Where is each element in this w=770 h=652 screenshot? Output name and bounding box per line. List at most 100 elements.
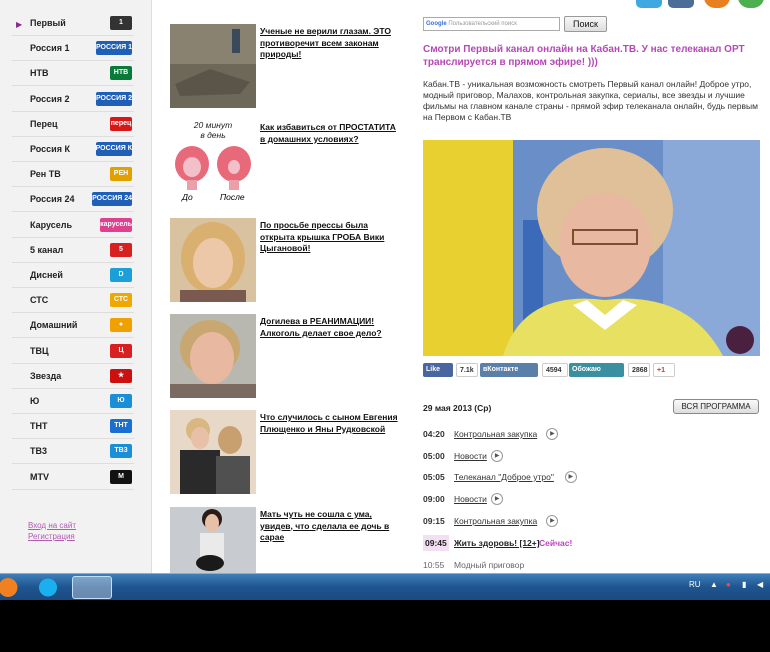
channel-item[interactable]: Перец перец (12, 112, 134, 137)
schedule-item[interactable]: 10:55 Модный приговор (423, 557, 760, 573)
channel-item[interactable]: Домашний ● (12, 313, 134, 339)
channel-logo-icon: D (110, 268, 132, 282)
schedule-item[interactable]: 09:15 Контрольная закупка ▶ (423, 513, 760, 529)
news-title[interactable]: По просьбе прессы была открыта крышка ГР… (260, 220, 400, 255)
channel-item[interactable]: 5 канал 5 (12, 238, 134, 263)
channel-item[interactable]: Россия 24 РОССИЯ 24 (12, 187, 134, 213)
channel-item[interactable]: MTV M (12, 465, 134, 490)
search-button[interactable]: Поиск (564, 16, 607, 32)
channel-name[interactable]: НТВ (30, 68, 49, 78)
news-thumbnail[interactable] (170, 410, 256, 494)
channel-name[interactable]: Россия 2 (30, 94, 69, 104)
page-description: Кабан.ТВ - уникальная возможность смотре… (423, 79, 758, 122)
channel-item[interactable]: НТВ НТВ (12, 61, 134, 87)
play-icon[interactable]: ▶ (564, 471, 577, 483)
channel-name[interactable]: Россия К (30, 144, 70, 154)
news-title[interactable]: Что случилось с сыном Евгения Плющенко и… (260, 412, 400, 435)
channel-name[interactable]: Карусель (30, 220, 72, 230)
schedule-title[interactable]: Новости (454, 448, 487, 464)
channel-name[interactable]: Домашний (30, 320, 77, 330)
register-link[interactable]: Регистрация (28, 531, 76, 542)
news-title[interactable]: Мать чуть не сошла с ума, увидев, что сд… (260, 509, 400, 544)
channel-logo-icon: РОССИЯ К (95, 142, 132, 156)
firefox-icon[interactable] (704, 0, 730, 8)
schedule-item[interactable]: 05:05 Телеканал "Доброе утро" ▶ (423, 469, 760, 485)
channel-item[interactable]: ЮЮ (12, 389, 134, 414)
login-link[interactable]: Вход на сайт (28, 520, 76, 531)
channel-item[interactable]: Звезда ★ (12, 364, 134, 389)
channel-name[interactable]: ТВ3 (30, 446, 47, 456)
firefox-taskbar-icon[interactable] (0, 576, 28, 599)
news-thumbnail[interactable] (170, 314, 256, 398)
channel-item[interactable]: Россия К РОССИЯ К (12, 137, 134, 162)
news-thumbnail[interactable] (170, 218, 256, 302)
schedule-item[interactable]: 09:45 Жить здоровь! [12+] Сейчас! (423, 535, 760, 551)
language-indicator[interactable]: RU (689, 580, 701, 589)
obozhayu-button[interactable]: Обожаю (569, 363, 624, 377)
antivirus-icon[interactable]: ● (726, 580, 731, 589)
channel-name[interactable]: Россия 1 (30, 43, 69, 53)
fb-like-button[interactable]: Like (423, 363, 453, 377)
network-icon[interactable]: ▮ (742, 580, 746, 589)
news-title[interactable]: Догилева в РЕАНИМАЦИИ! Алкоголь делает с… (260, 316, 400, 339)
schedule-title[interactable]: Модный приговор (454, 557, 524, 573)
page-headline: Смотри Первый канал онлайн на Кабан.ТВ. … (423, 44, 745, 68)
channel-item[interactable]: Россия 2 РОССИЯ 2 (12, 87, 134, 112)
chrome-icon[interactable] (738, 0, 764, 8)
channel-item[interactable]: Рен ТВ РЕН (12, 162, 134, 188)
thumb-caption-bottom: в день (200, 130, 226, 140)
channel-item[interactable]: СТС СТС (12, 288, 134, 314)
channel-name[interactable]: ТНТ (30, 421, 48, 431)
news-thumbnail[interactable] (170, 507, 256, 573)
channel-item[interactable]: ТВ3 ТВ3 (12, 439, 134, 465)
video-player[interactable] (423, 140, 760, 356)
channel-name[interactable]: СТС (30, 295, 48, 305)
channel-name[interactable]: Россия 24 (30, 194, 74, 204)
play-icon[interactable]: ▶ (546, 515, 559, 527)
channel-item[interactable]: Россия 1 РОССИЯ 1 (12, 36, 134, 62)
schedule-time: 09:15 (423, 516, 445, 526)
search-input[interactable]: Google Пользовательский поиск (423, 17, 560, 31)
channel-name[interactable]: ТВЦ (30, 346, 49, 356)
channel-item[interactable]: ТНТ ТНТ (12, 414, 134, 440)
news-thumbnail[interactable]: 20 минут в день До После (170, 120, 256, 204)
play-icon[interactable]: ▶ (491, 450, 504, 462)
news-thumbnail[interactable] (170, 24, 256, 108)
schedule-title[interactable]: Контрольная закупка (454, 513, 537, 529)
now-badge: Сейчас! (539, 538, 573, 548)
channel-logo-icon: ТВ3 (110, 444, 132, 459)
gplus-button[interactable]: +1 (653, 363, 675, 377)
channel-item[interactable]: Карусель карусель (12, 213, 134, 238)
skype-taskbar-icon[interactable] (28, 576, 68, 599)
channel-name[interactable]: 5 канал (30, 245, 63, 255)
tray-arrow-icon[interactable]: ▲ (710, 580, 718, 589)
schedule-item[interactable]: 09:00 Новости ▶ (423, 491, 760, 507)
auth-links: Вход на сайт Регистрация (28, 520, 76, 542)
channel-name[interactable]: Первый (30, 18, 66, 28)
play-icon[interactable]: ▶ (546, 428, 559, 440)
channel-item[interactable]: Первый 1 (12, 11, 134, 36)
schedule-item[interactable]: 04:20 Контрольная закупка ▶ (423, 426, 760, 442)
all-program-button[interactable]: ВСЯ ПРОГРАММА (673, 399, 759, 414)
channel-name[interactable]: Ю (30, 396, 39, 406)
schedule-title[interactable]: Телеканал "Доброе утро" (454, 469, 554, 485)
play-icon[interactable]: ▶ (491, 493, 504, 505)
channel-name[interactable]: Дисней (30, 270, 63, 280)
channel-name[interactable]: Звезда (30, 371, 61, 381)
channel-name[interactable]: Перец (30, 119, 58, 129)
schedule-item[interactable]: 05:00 Новости ▶ (423, 448, 760, 464)
channel-name[interactable]: Рен ТВ (30, 169, 61, 179)
vk-share-button[interactable]: вКонтакте (480, 363, 538, 377)
news-title[interactable]: Как избавиться от ПРОСТАТИТА в домашних … (260, 122, 400, 145)
explorer-taskbar-icon[interactable] (72, 576, 112, 599)
schedule-title[interactable]: Новости (454, 491, 487, 507)
schedule-title[interactable]: Жить здоровь! [12+] (454, 535, 540, 551)
vk-icon[interactable] (668, 0, 694, 8)
schedule-title[interactable]: Контрольная закупка (454, 426, 537, 442)
twitter-icon[interactable] (636, 0, 662, 8)
volume-icon[interactable]: ◀ (757, 580, 763, 589)
channel-item[interactable]: Дисней D (12, 263, 134, 288)
news-title[interactable]: Ученые не верили глазам. ЭТО противоречи… (260, 26, 400, 61)
channel-item[interactable]: ТВЦ Ц (12, 339, 134, 364)
channel-name[interactable]: MTV (30, 472, 49, 482)
